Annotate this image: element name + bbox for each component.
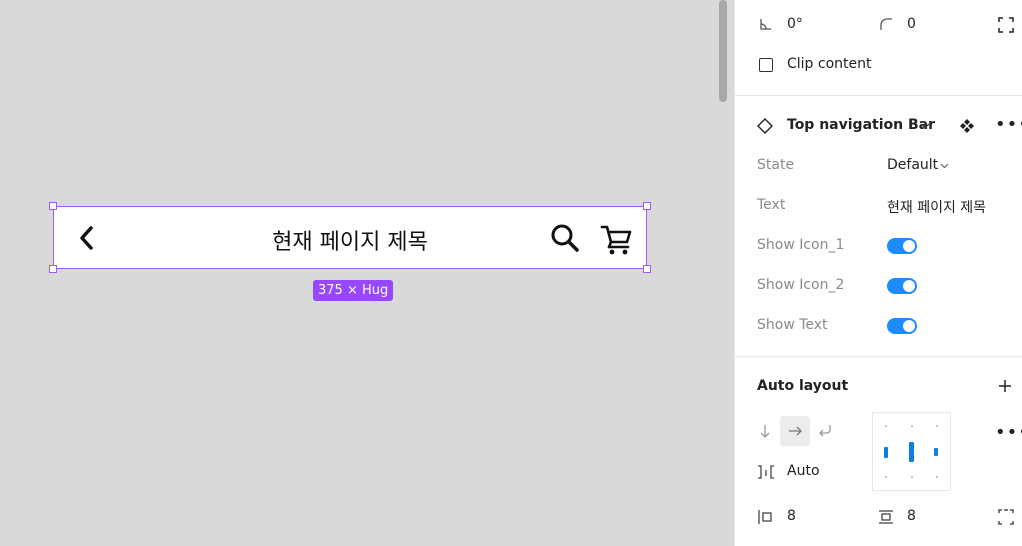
individual-padding-icon[interactable] (998, 509, 1014, 525)
prop-label-show-icon-1: Show Icon_1 (757, 237, 845, 253)
rotation-icon (760, 19, 771, 30)
properties-panel: 0° 0 Clip content Top navigation Bar •••… (734, 0, 1022, 546)
clip-content-label: Clip content (787, 56, 872, 72)
rotation-value[interactable]: 0° (787, 16, 803, 32)
component-instance-icon (757, 118, 773, 134)
section-divider (735, 356, 1022, 357)
align-dot[interactable] (911, 476, 913, 478)
horizontal-padding-value[interactable]: 8 (787, 508, 796, 524)
clip-content-checkbox[interactable] (759, 58, 773, 72)
resize-handle-top-right[interactable] (643, 202, 651, 210)
alignment-grid[interactable] (872, 412, 951, 491)
prop-label-text: Text (757, 197, 786, 213)
search-icon[interactable] (550, 223, 582, 253)
resize-handle-bottom-left[interactable] (49, 265, 57, 273)
canvas-scrollbar[interactable] (719, 0, 727, 102)
corner-radius-value[interactable]: 0 (907, 16, 916, 32)
horizontal-padding-icon (758, 510, 772, 524)
horizontal-direction-icon (789, 426, 802, 436)
state-chevron-down-icon[interactable] (940, 163, 949, 169)
corner-radius-icon (880, 18, 892, 30)
auto-layout-title: Auto layout (757, 378, 849, 394)
prop-label-show-icon-2: Show Icon_2 (757, 277, 845, 293)
section-divider (735, 95, 1022, 96)
align-dot[interactable] (911, 425, 913, 427)
more-options-icon[interactable]: ••• (995, 114, 1022, 135)
vertical-padding-icon (879, 510, 893, 524)
align-bar-right (934, 448, 938, 456)
add-icon[interactable] (998, 379, 1012, 393)
canvas[interactable]: 현재 페이지 제목 375 × Hug (0, 0, 734, 546)
show-icon-1-toggle[interactable] (887, 238, 917, 254)
auto-layout-more-icon[interactable]: ••• (995, 422, 1022, 443)
align-dot[interactable] (885, 425, 887, 427)
align-dot[interactable] (936, 425, 938, 427)
resize-handle-bottom-right[interactable] (643, 265, 651, 273)
show-text-toggle[interactable] (887, 318, 917, 334)
prop-label-state: State (757, 157, 795, 173)
gap-icon (758, 465, 774, 479)
align-dot[interactable] (885, 476, 887, 478)
top-navigation-bar-frame[interactable]: 현재 페이지 제목 (53, 206, 647, 269)
align-bar-center (909, 442, 914, 462)
align-bar-left (884, 447, 888, 458)
state-select[interactable]: Default (887, 157, 938, 173)
cart-icon[interactable] (600, 223, 634, 255)
show-icon-2-toggle[interactable] (887, 278, 917, 294)
gap-value[interactable]: Auto (787, 463, 820, 479)
align-dot[interactable] (936, 476, 938, 478)
horizontal-direction-button[interactable] (780, 416, 810, 446)
vertical-direction-icon[interactable] (759, 423, 771, 439)
size-badge: 375 × Hug (313, 280, 394, 301)
chevron-down-icon[interactable] (920, 123, 930, 129)
vertical-padding-value[interactable]: 8 (907, 508, 916, 524)
component-name[interactable]: Top navigation Bar (787, 117, 935, 133)
text-prop-input[interactable]: 현재 페이지 제목 (887, 197, 986, 217)
wrap-direction-icon[interactable] (817, 424, 833, 438)
prop-label-show-text: Show Text (757, 317, 828, 333)
independent-corners-icon[interactable] (998, 17, 1014, 33)
resize-handle-top-left[interactable] (49, 202, 57, 210)
go-to-main-component-icon[interactable] (960, 119, 974, 133)
